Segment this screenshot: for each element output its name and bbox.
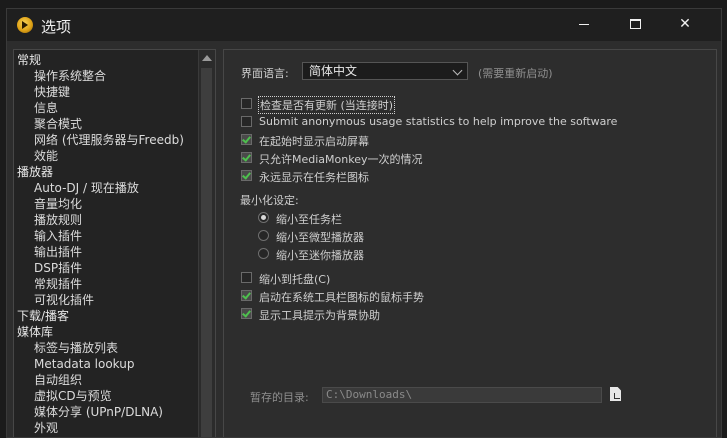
restart-note: (需要重新启动) — [478, 67, 553, 80]
checkbox[interactable] — [241, 98, 252, 109]
tree-category[interactable]: 媒体库 — [17, 324, 53, 340]
language-value: 简体中文 — [309, 64, 358, 78]
tree-item[interactable]: 标签与播放列表 — [34, 340, 118, 356]
scroll-up-arrow-icon[interactable] — [202, 55, 212, 61]
window-title: 选项 — [41, 18, 72, 36]
radio-label[interactable]: 缩小至任务栏 — [276, 211, 342, 227]
minimize-button[interactable] — [560, 9, 608, 41]
temp-dir-input[interactable]: C:\Downloads\ — [322, 387, 602, 403]
title-bar[interactable]: 选项 ✕ — [7, 9, 721, 41]
checkbox[interactable] — [241, 272, 252, 283]
maximize-button[interactable] — [611, 9, 659, 41]
checkbox-label[interactable]: 只允许MediaMonkey一次的情况 — [259, 151, 423, 167]
maximize-icon — [629, 19, 641, 29]
tree-item[interactable]: 常规插件 — [34, 276, 82, 292]
language-label: 界面语言: — [241, 67, 289, 80]
tree-category[interactable]: 播放器 — [17, 164, 53, 180]
radio-button[interactable] — [258, 230, 269, 241]
mediamonkey-app-icon — [17, 17, 33, 33]
tree-item[interactable]: 输出插件 — [34, 244, 82, 260]
checkbox[interactable] — [241, 116, 252, 127]
checkbox-label[interactable]: 显示工具提示为背景协助 — [259, 307, 380, 323]
radio-button[interactable] — [258, 248, 269, 259]
checkbox[interactable] — [241, 134, 252, 145]
checkbox[interactable] — [241, 308, 252, 319]
checkbox[interactable] — [241, 170, 252, 181]
tree-item[interactable]: DSP插件 — [34, 260, 82, 276]
tree-item[interactable]: 输入插件 — [34, 228, 82, 244]
checkbox[interactable] — [241, 290, 252, 301]
radio-label[interactable]: 缩小至迷你播放器 — [276, 247, 364, 263]
language-select[interactable]: 简体中文 — [302, 62, 468, 80]
tree-item[interactable]: 信息 — [34, 100, 58, 116]
browse-folder-icon[interactable] — [610, 387, 621, 401]
tree-item[interactable]: 可视化插件 — [34, 292, 94, 308]
checkbox-label[interactable]: 永远显示在任务栏图标 — [259, 169, 369, 185]
tree-item[interactable]: 聚合模式 — [34, 116, 82, 132]
close-button[interactable]: ✕ — [661, 9, 709, 41]
checkbox-label[interactable]: 缩小到托盘(C) — [259, 271, 330, 287]
tree-category[interactable]: 下载/播客 — [17, 308, 69, 324]
tree-category[interactable]: 常规 — [17, 52, 41, 68]
tree-item[interactable]: 媒体分享 (UPnP/DLNA) — [34, 404, 163, 420]
temp-dir-label: 暂存的目录: — [250, 391, 309, 404]
general-settings-panel: 界面语言: 简体中文 (需要重新启动) 检查是否有更新 (当连接时) Submit… — [223, 49, 717, 437]
tree-item[interactable]: 快捷键 — [34, 84, 70, 100]
tree-item[interactable]: 虚拟CD与预览 — [34, 388, 112, 404]
scroll-thumb[interactable] — [201, 68, 212, 437]
radio-label[interactable]: 缩小至微型播放器 — [276, 229, 364, 245]
tree-item[interactable]: 播放规则 — [34, 212, 82, 228]
checkbox-label[interactable]: 检查是否有更新 (当连接时) — [257, 96, 396, 114]
tree-item[interactable]: Auto-DJ / 现在播放 — [34, 180, 139, 196]
minimize-settings-label: 最小化设定: — [240, 194, 299, 207]
options-category-tree[interactable]: 常规 操作系统整合 快捷键 信息 聚合模式 网络 (代理服务器与Freedb) 效能 播放器 A… — [13, 49, 216, 437]
chevron-down-icon — [452, 65, 463, 76]
tree-item[interactable]: 网络 (代理服务器与Freedb) — [34, 132, 184, 148]
minimize-icon — [579, 23, 589, 25]
tree-scrollbar[interactable] — [198, 50, 215, 437]
tree-item[interactable]: 操作系统整合 — [34, 68, 106, 84]
checkbox-label[interactable]: 启动在系统工具栏图标的鼠标手势 — [259, 289, 424, 305]
tree-item[interactable]: Metadata lookup — [34, 356, 134, 372]
checkbox-label[interactable]: 在起始时显示启动屏幕 — [259, 133, 369, 149]
checkbox[interactable] — [241, 152, 252, 163]
tree-item[interactable]: 外观 — [34, 420, 58, 436]
options-window: 选项 ✕ 常规 操作系统整合 快捷键 信息 聚合模式 网络 (代理服务器与Freedb) 效… — [6, 8, 722, 438]
tree-item[interactable]: 效能 — [34, 148, 58, 164]
tree-item[interactable]: 音量均化 — [34, 196, 82, 212]
radio-button[interactable] — [258, 212, 269, 223]
checkbox-label[interactable]: Submit anonymous usage statistics to hel… — [259, 115, 617, 128]
tree-item[interactable]: 自动组织 — [34, 372, 82, 388]
